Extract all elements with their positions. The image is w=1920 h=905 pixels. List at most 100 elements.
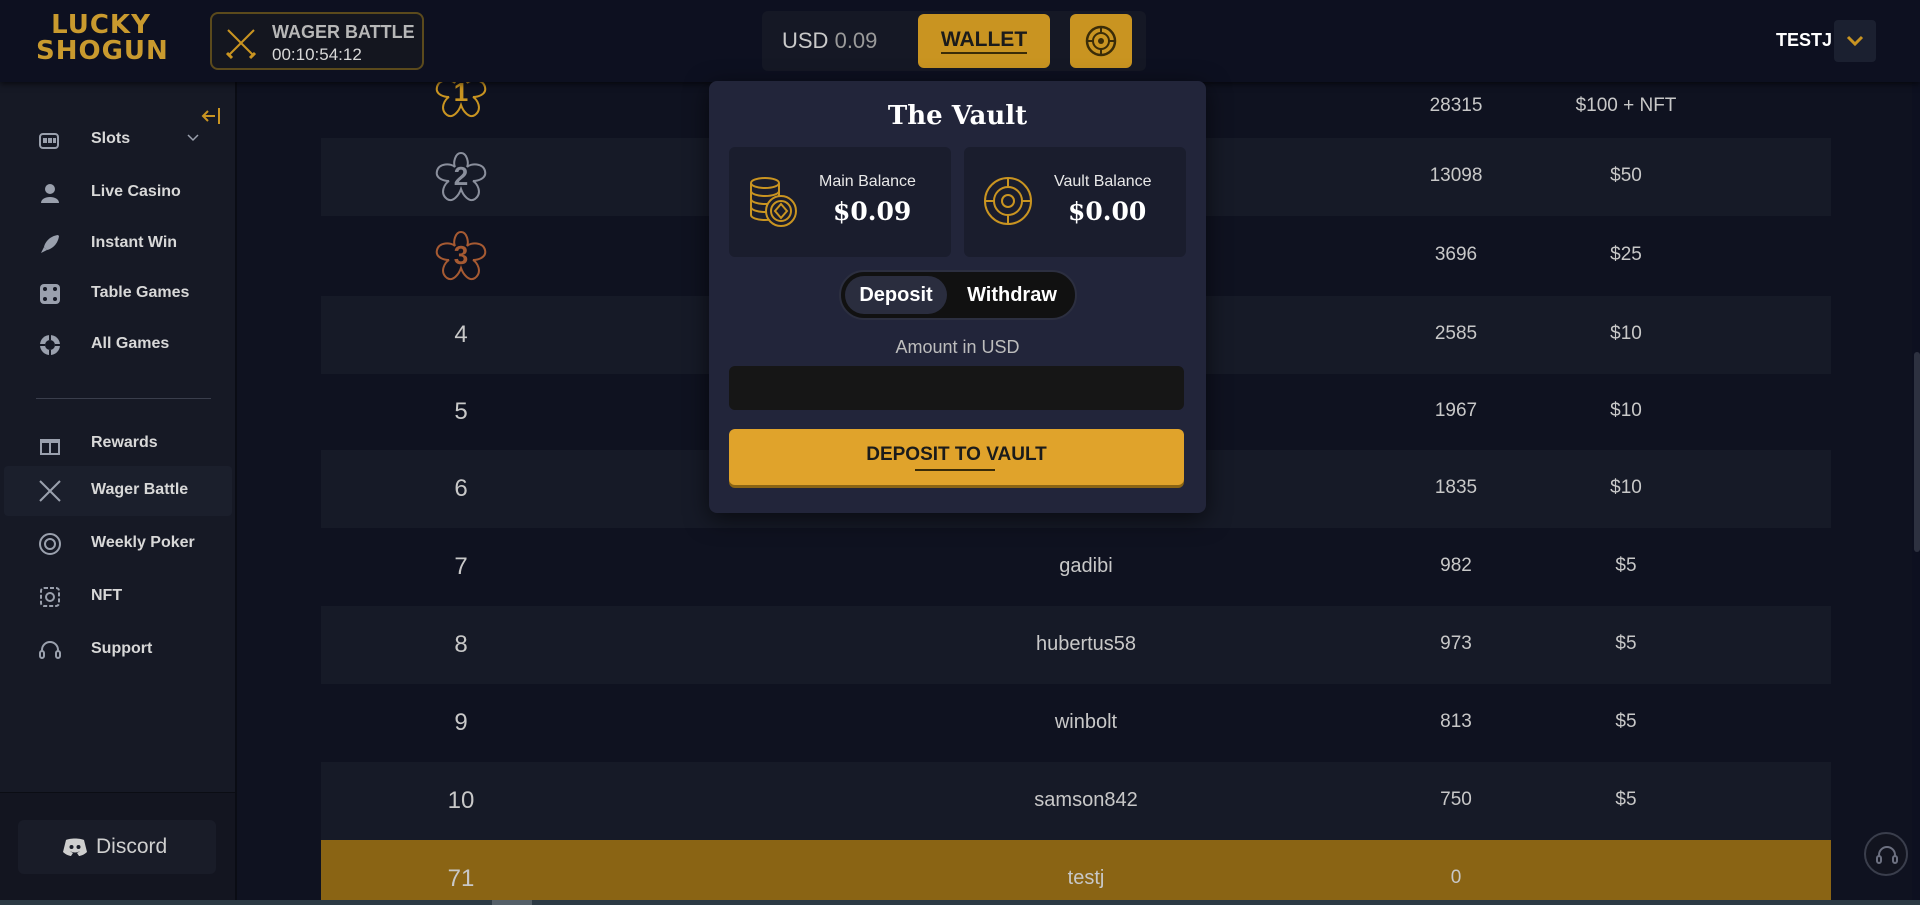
sidebar-divider <box>36 398 211 399</box>
rocket-icon <box>41 235 59 253</box>
sidebar-item-label: Slots <box>91 130 131 147</box>
sidebar-footer: Discord <box>0 792 235 905</box>
wagered-amount: 2585 <box>1434 323 1478 344</box>
player-name: testj <box>1067 867 1105 889</box>
prize-amount: $5 <box>1615 633 1637 654</box>
tab-deposit[interactable]: Deposit <box>845 276 947 314</box>
wagered-amount: 973 <box>1440 633 1472 654</box>
wagered-amount: 982 <box>1440 555 1472 576</box>
rank-number: 9 <box>454 709 468 736</box>
sidebar-item-table-games[interactable]: Table Games <box>4 269 232 319</box>
headset-icon <box>39 641 61 659</box>
sidebar-item-label: All Games <box>91 335 170 352</box>
wagered-amount: 1967 <box>1434 400 1478 421</box>
leaderboard-row: 71 testj 0 <box>321 840 1831 905</box>
main-balance-value: $0.09 <box>833 197 912 226</box>
sidebar-item-rewards[interactable]: Rewards <box>4 419 232 469</box>
vault-icon <box>1085 25 1117 57</box>
rank-number: 4 <box>454 321 468 348</box>
wagered-amount: 1835 <box>1434 477 1478 498</box>
vault-modal: The Vault Main Balance $0.09 Vault Balan… <box>709 81 1206 513</box>
support-chat-button[interactable] <box>1864 832 1908 876</box>
username[interactable]: TESTJ <box>1776 30 1832 51</box>
amount-input[interactable] <box>729 366 1184 410</box>
vault-balance-card: Vault Balance $0.00 <box>964 147 1186 257</box>
rank-number: 5 <box>454 398 468 425</box>
horizontal-scrollbar[interactable] <box>0 900 1920 905</box>
wagered-amount: 28315 <box>1429 94 1483 116</box>
leaderboard-row: 10 samson842 750 $5 <box>321 762 1831 840</box>
wagered-amount: 13098 <box>1429 165 1483 186</box>
rank-number: 3 <box>453 240 469 270</box>
slot-machine-icon <box>39 133 59 149</box>
chip-icon <box>40 335 60 355</box>
sidebar-item-wager-battle[interactable]: Wager Battle <box>4 466 232 516</box>
nft-icon <box>40 587 60 607</box>
wagered-amount: 813 <box>1440 711 1472 732</box>
tab-withdraw[interactable]: Withdraw <box>953 276 1071 314</box>
poker-chip-icon <box>39 533 61 555</box>
player-name: winbolt <box>1054 711 1118 733</box>
discord-button[interactable]: Discord <box>18 820 216 874</box>
prize-amount: $10 <box>1610 400 1642 421</box>
user-menu-dropdown[interactable] <box>1834 20 1876 62</box>
swords-icon <box>39 480 61 502</box>
vault-button[interactable] <box>1070 14 1132 68</box>
rank-number: 8 <box>454 631 468 658</box>
lucky-shogun-logo[interactable]: LUCKY SHOGUN <box>36 10 168 70</box>
sidebar-item-nft[interactable]: NFT <box>4 572 232 622</box>
rank-number: 10 <box>447 787 475 814</box>
headset-icon <box>1876 846 1898 864</box>
main-balance-card: Main Balance $0.09 <box>729 147 951 257</box>
wager-battle-badge[interactable]: WAGER BATTLE 00:10:54:12 <box>210 12 424 70</box>
prize-amount: $10 <box>1610 323 1642 344</box>
prize-amount: $100 + NFT <box>1575 94 1677 116</box>
prize-amount: $5 <box>1615 711 1637 732</box>
player-name: samson842 <box>1034 789 1138 811</box>
leaderboard-row: 7 gadibi 982 $5 <box>321 528 1831 606</box>
sidebar-item-slots[interactable]: Slots <box>4 115 232 165</box>
rank-medal-icon: 3 <box>433 228 489 284</box>
swords-icon <box>225 29 257 60</box>
wagered-amount: 0 <box>1450 867 1462 888</box>
sidebar-item-weekly-poker[interactable]: Weekly Poker <box>4 519 232 569</box>
deposit-withdraw-toggle: Deposit Withdraw <box>839 270 1077 320</box>
deposit-button-label: DEPOSIT TO VAULT <box>866 444 1047 465</box>
sidebar-item-label: Live Casino <box>91 183 181 200</box>
wager-battle-timer: 00:10:54:12 <box>272 45 362 64</box>
prize-amount: $25 <box>1610 244 1642 265</box>
wallet-button-label: WALLET <box>940 28 1028 54</box>
vault-icon <box>984 177 1032 225</box>
sidebar-item-label: Weekly Poker <box>91 534 195 551</box>
discord-label: Discord <box>96 835 168 858</box>
vault-balance-label: Vault Balance <box>1054 173 1152 190</box>
balance-amount: 0.09 <box>834 28 878 53</box>
prize-amount: $50 <box>1610 165 1642 186</box>
balance-currency: USD <box>782 28 829 53</box>
sidebar-item-support[interactable]: Support <box>4 625 232 675</box>
sidebar-item-instant-win[interactable]: Instant Win <box>4 219 232 269</box>
top-bar: LUCKY SHOGUN WAGER BATTLE 00:10:54:12 US… <box>0 0 1920 82</box>
discord-icon <box>63 838 87 856</box>
logo-line1: LUCKY <box>51 10 151 40</box>
rank-number: 6 <box>454 475 468 502</box>
sidebar-item-all-games[interactable]: All Games <box>4 320 232 370</box>
wager-battle-title: WAGER BATTLE <box>272 22 415 42</box>
sidebar-item-label: NFT <box>91 587 123 604</box>
sidebar: Slots Live Casino Instant Win Table Game… <box>0 82 237 905</box>
horizontal-scroll-thumb[interactable] <box>492 900 532 905</box>
balance-box: USD 0.09 WALLET <box>762 11 1146 71</box>
deposit-to-vault-button[interactable]: DEPOSIT TO VAULT <box>729 429 1184 485</box>
player-name: hubertus58 <box>1035 633 1137 655</box>
player-name: gadibi <box>1059 555 1113 577</box>
sidebar-item-live-casino[interactable]: Live Casino <box>4 168 232 218</box>
dice-icon <box>40 284 60 304</box>
chevron-down-icon <box>187 134 199 142</box>
prize-amount: $5 <box>1615 789 1637 810</box>
leaderboard-row: 8 hubertus58 973 $5 <box>321 606 1831 684</box>
wagered-amount: 3696 <box>1434 244 1478 265</box>
sidebar-item-label: Rewards <box>91 434 158 451</box>
page-scroll-thumb[interactable] <box>1914 352 1920 552</box>
rank-number: 7 <box>454 553 468 580</box>
wallet-button[interactable]: WALLET <box>918 14 1050 68</box>
